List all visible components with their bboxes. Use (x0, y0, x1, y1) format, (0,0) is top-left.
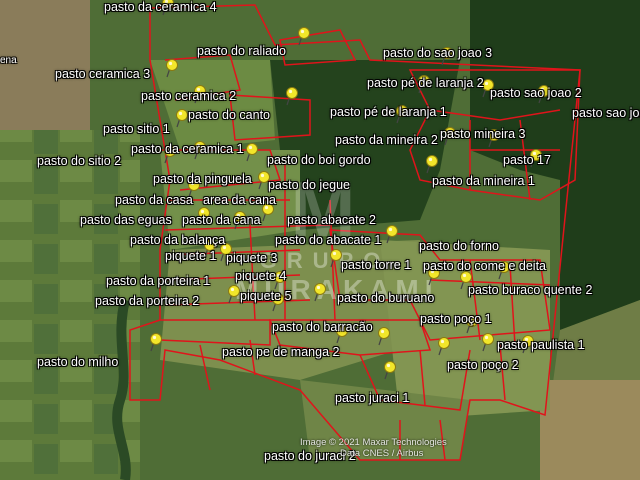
paddock-label[interactable]: pasto abacate 2 (287, 213, 376, 227)
paddock-label[interactable]: pasto da casa (115, 193, 193, 207)
paddock-label[interactable]: pasto sao joao 2 (490, 86, 582, 100)
imagery-credit-line-1: Image © 2021 Maxar Technologies (300, 437, 447, 448)
pushpin-icon[interactable] (328, 248, 342, 268)
pushpin-icon[interactable] (226, 284, 240, 304)
paddock-label[interactable]: piquete 1 (165, 249, 216, 263)
paddock-label[interactable]: pasto paulista 1 (497, 338, 585, 352)
satellite-map[interactable]: M GRUPO MURAKAMI pasto da ceramica 4 pas… (0, 0, 640, 480)
paddock-label[interactable]: pasto pe de manga 2 (222, 345, 339, 359)
paddock-label[interactable]: pasto do canto (188, 108, 270, 122)
paddock-label[interactable]: pasto ceramica 2 (141, 89, 236, 103)
paddock-label[interactable]: pasto juraci 1 (335, 391, 409, 405)
paddock-label[interactable]: pasto ceramica 3 (55, 67, 150, 81)
paddock-label[interactable]: pasto do forno (419, 239, 499, 253)
pushpin-icon[interactable] (164, 58, 178, 78)
paddock-label[interactable]: piquete 5 (240, 289, 291, 303)
paddock-label[interactable]: pasto buraco quente 2 (468, 283, 592, 297)
pushpin-icon[interactable] (312, 282, 326, 302)
paddock-label[interactable]: pasto sitio 1 (103, 122, 170, 136)
paddock-label[interactable]: pasto do jegue (268, 178, 350, 192)
paddock-label[interactable]: pasto sao joao (572, 106, 640, 120)
paddock-label[interactable]: pasto da porteira 2 (95, 294, 199, 308)
map-edge-label: ena (0, 55, 17, 66)
paddock-label[interactable]: pasto do sao joao 3 (383, 46, 492, 60)
paddock-label[interactable]: pasto da pinguela (153, 172, 252, 186)
pushpin-icon[interactable] (376, 326, 390, 346)
pushpin-icon[interactable] (424, 154, 438, 174)
paddock-label[interactable]: pasto torre 1 (341, 258, 411, 272)
pushpin-icon[interactable] (174, 108, 188, 128)
paddock-label[interactable]: pasto do raliado (197, 44, 286, 58)
paddock-label[interactable]: pasto do boi gordo (267, 153, 371, 167)
pushpin-icon[interactable] (480, 332, 494, 352)
pushpin-icon[interactable] (436, 336, 450, 356)
pushpin-icon[interactable] (244, 142, 258, 162)
paddock-label[interactable]: pasto da mineira 2 (335, 133, 438, 147)
pushpin-icon[interactable] (384, 224, 398, 244)
paddock-label[interactable]: pasto do barracão (272, 320, 373, 334)
paddock-label[interactable]: pasto do milho (37, 355, 118, 369)
paddock-label[interactable]: pasto poço 1 (420, 312, 492, 326)
paddock-label[interactable]: pasto do abacate 1 (275, 233, 381, 247)
pushpin-icon[interactable] (382, 360, 396, 380)
paddock-label[interactable]: area da cana (203, 193, 276, 207)
paddock-label[interactable]: pasto poço 2 (447, 358, 519, 372)
paddock-label[interactable]: piquete 3 (226, 251, 277, 265)
imagery-credit: Image © 2021 Maxar Technologies Data CNE… (300, 437, 447, 459)
paddock-label[interactable]: pasto do buruano (337, 291, 434, 305)
paddock-label[interactable]: pasto das eguas (80, 213, 172, 227)
paddock-label[interactable]: piquete 4 (235, 269, 286, 283)
pushpin-icon[interactable] (148, 332, 162, 352)
paddock-label[interactable]: pasto pé de laranja 2 (367, 76, 484, 90)
paddock-label[interactable]: pasto da ceramica 4 (104, 0, 217, 14)
paddock-label[interactable]: pasto mineira 3 (440, 127, 525, 141)
paddock-label[interactable]: pasto da cana (182, 213, 261, 227)
paddock-label[interactable]: pasto da porteira 1 (106, 274, 210, 288)
paddock-label[interactable]: pasto 17 (503, 153, 551, 167)
pushpin-icon[interactable] (284, 86, 298, 106)
paddock-label[interactable]: pasto do sitio 2 (37, 154, 121, 168)
imagery-credit-line-2: Data CNES / Airbus (340, 448, 424, 459)
paddock-label[interactable]: pasto da ceramica 1 (131, 142, 244, 156)
pushpin-icon[interactable] (296, 26, 310, 46)
paddock-label[interactable]: pasto do come e deita (423, 259, 546, 273)
paddock-label[interactable]: pasto da mineira 1 (432, 174, 535, 188)
paddock-label[interactable]: pasto pé de laranja 1 (330, 105, 447, 119)
paddock-label[interactable]: pasto da balança (130, 233, 225, 247)
